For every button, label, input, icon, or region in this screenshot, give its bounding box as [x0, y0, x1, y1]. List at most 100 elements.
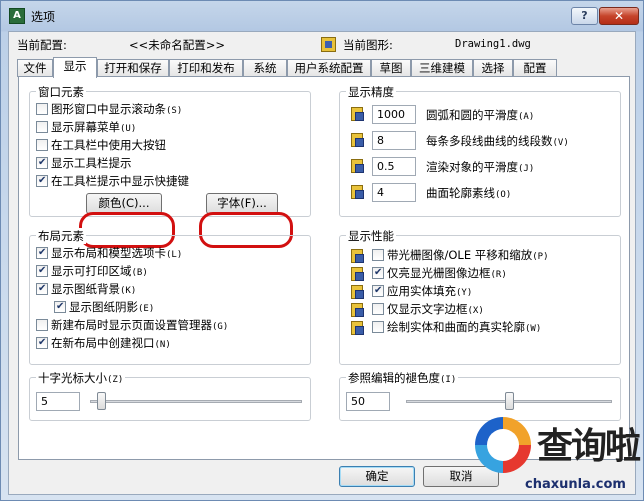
polyline-segments-label: 每条多段线曲线的线段数(V): [426, 134, 569, 148]
drawing-performance-icon: [350, 302, 367, 319]
crosshair-size-slider-thumb[interactable]: [96, 392, 106, 410]
current-drawing-value: Drawing1.dwg: [455, 38, 531, 50]
checkbox-raster-ole-pan-zoom[interactable]: 带光栅图像/OLE 平移和缩放(P): [372, 248, 549, 264]
checkbox-box[interactable]: [36, 265, 48, 277]
tab-open-and-save[interactable]: 打开和保存: [97, 59, 169, 77]
tab-drafting[interactable]: 草图: [371, 59, 411, 77]
drawing-resolution-icon: [350, 184, 367, 201]
checkbox-box[interactable]: [36, 139, 48, 151]
checkbox-box[interactable]: [36, 121, 48, 133]
contour-lines-label: 曲面轮廓素线(O): [426, 186, 512, 200]
options-dialog: A 选项 ? ✕ 当前配置: <<未命名配置>> 当前图形: Drawing1.…: [0, 0, 644, 501]
hotkey: (U): [120, 124, 137, 134]
crosshair-size-slider-track[interactable]: [90, 400, 302, 403]
drawing-performance-icon: [350, 266, 367, 283]
checkbox-paper-background[interactable]: 显示图纸背景(K): [36, 282, 136, 298]
tab-display[interactable]: 显示: [53, 57, 97, 78]
crosshair-size-title: 十字光标大小(Z): [36, 370, 126, 386]
tab-plot-and-publish[interactable]: 打印和发布: [169, 59, 243, 77]
checkbox-tooltips[interactable]: 显示工具栏提示: [36, 156, 132, 172]
checkbox-page-setup-manager[interactable]: 新建布局时显示页面设置管理器(G): [36, 318, 228, 334]
checkbox-box[interactable]: [54, 301, 66, 313]
checkbox-box[interactable]: [36, 283, 48, 295]
colors-button[interactable]: 颜色(C)...: [86, 193, 162, 214]
hotkey: (R): [490, 270, 507, 280]
window-elements-group: 窗口元素 图形窗口中显示滚动条(S) 显示屏幕菜单(U) 在工具栏中使用大按钮 …: [29, 84, 311, 217]
checkbox-box[interactable]: [36, 247, 48, 259]
drawing-icon: [321, 37, 336, 52]
checkbox-label: 显示图纸阴影: [69, 300, 138, 314]
hotkey: (B): [131, 268, 148, 278]
tab-files[interactable]: 文件: [17, 59, 53, 77]
autocad-app-icon: A: [9, 8, 25, 24]
drawing-resolution-icon: [350, 158, 367, 175]
close-button[interactable]: ✕: [599, 7, 639, 25]
tab-user-preferences[interactable]: 用户系统配置: [287, 59, 371, 77]
xref-fade-slider-thumb[interactable]: [505, 392, 514, 410]
fonts-button[interactable]: 字体(F)...: [206, 193, 278, 214]
checkbox-large-buttons[interactable]: 在工具栏中使用大按钮: [36, 138, 166, 154]
hotkey: (Y): [456, 288, 473, 298]
display-resolution-title: 显示精度: [346, 84, 396, 100]
checkbox-box[interactable]: [36, 103, 48, 115]
hotkey: (P): [532, 252, 549, 262]
tab-profiles[interactable]: 配置: [513, 59, 557, 77]
checkbox-label: 图形窗口中显示滚动条: [51, 102, 166, 116]
tab-selection[interactable]: 选择: [473, 59, 513, 77]
hotkey: (E): [138, 304, 155, 314]
checkbox-box[interactable]: [372, 249, 384, 261]
display-performance-group: 显示性能 带光栅图像/OLE 平移和缩放(P) 仅亮显光栅图像边框(R) 应用实…: [339, 228, 621, 365]
dialog-title: 选项: [31, 10, 56, 24]
checkbox-box[interactable]: [36, 319, 48, 331]
checkbox-screen-menu[interactable]: 显示屏幕菜单(U): [36, 120, 136, 136]
chaxunla-logo-icon: [475, 417, 531, 473]
window-elements-title: 窗口元素: [36, 84, 86, 100]
checkbox-layout-model-tabs[interactable]: 显示布局和模型选项卡(L): [36, 246, 182, 262]
checkbox-true-silhouettes[interactable]: 绘制实体和曲面的真实轮廓(W): [372, 320, 541, 336]
checkbox-label: 新建布局时显示页面设置管理器: [51, 318, 212, 332]
render-smoothness-input[interactable]: 0.5: [372, 157, 416, 176]
watermark: 查询啦 chaxunla.com: [463, 413, 644, 501]
checkbox-label: 显示布局和模型选项卡: [51, 246, 166, 260]
checkbox-box[interactable]: [372, 267, 384, 279]
hotkey: (G): [212, 322, 229, 332]
hotkey: (L): [166, 250, 183, 260]
layout-elements-group: 布局元素 显示布局和模型选项卡(L) 显示可打印区域(B) 显示图纸背景(K) …: [29, 228, 311, 365]
checkbox-box[interactable]: [36, 157, 48, 169]
watermark-url: chaxunla.com: [525, 477, 626, 492]
help-button[interactable]: ?: [571, 7, 598, 25]
xref-fade-input[interactable]: 50: [346, 392, 390, 411]
checkbox-raster-frame-only[interactable]: 仅亮显光栅图像边框(R): [372, 266, 507, 282]
crosshair-size-group: 十字光标大小(Z) 5: [29, 370, 311, 421]
checkbox-box[interactable]: [36, 175, 48, 187]
tab-system[interactable]: 系统: [243, 59, 287, 77]
checkbox-box[interactable]: [372, 321, 384, 333]
checkbox-label: 应用实体填充: [387, 284, 456, 298]
drawing-performance-icon: [350, 248, 367, 265]
checkbox-text-frame-only[interactable]: 仅显示文字边框(X): [372, 302, 484, 318]
drawing-resolution-icon: [350, 132, 367, 149]
current-drawing-label: 当前图形:: [343, 38, 393, 52]
layout-elements-title: 布局元素: [36, 228, 86, 244]
checkbox-shortcut-keys-in-tooltips[interactable]: 在工具栏提示中显示快捷键: [36, 174, 189, 190]
checkbox-box[interactable]: [372, 303, 384, 315]
current-profile-label: 当前配置:: [17, 38, 67, 52]
title-bar[interactable]: A 选项 ? ✕: [1, 1, 643, 31]
checkbox-scroll-bars[interactable]: 图形窗口中显示滚动条(S): [36, 102, 182, 118]
polyline-segments-input[interactable]: 8: [372, 131, 416, 150]
arc-smoothness-label: 圆弧和圆的平滑度(A): [426, 108, 535, 122]
hotkey: (S): [166, 106, 183, 116]
ok-button[interactable]: 确定: [339, 466, 415, 487]
tab-strip: 文件 显示 打开和保存 打印和发布 系统 用户系统配置 草图 三维建模 选择 配…: [17, 57, 587, 78]
contour-lines-input[interactable]: 4: [372, 183, 416, 202]
arc-smoothness-input[interactable]: 1000: [372, 105, 416, 124]
checkbox-label: 仅显示文字边框: [387, 302, 468, 316]
checkbox-box[interactable]: [372, 285, 384, 297]
checkbox-solid-fill[interactable]: 应用实体填充(Y): [372, 284, 472, 300]
tab-3d-modeling[interactable]: 三维建模: [411, 59, 473, 77]
crosshair-size-input[interactable]: 5: [36, 392, 80, 411]
checkbox-create-viewport[interactable]: 在新布局中创建视口(N): [36, 336, 171, 352]
checkbox-paper-shadow[interactable]: 显示图纸阴影(E): [54, 300, 154, 316]
checkbox-box[interactable]: [36, 337, 48, 349]
checkbox-printable-area[interactable]: 显示可打印区域(B): [36, 264, 148, 280]
